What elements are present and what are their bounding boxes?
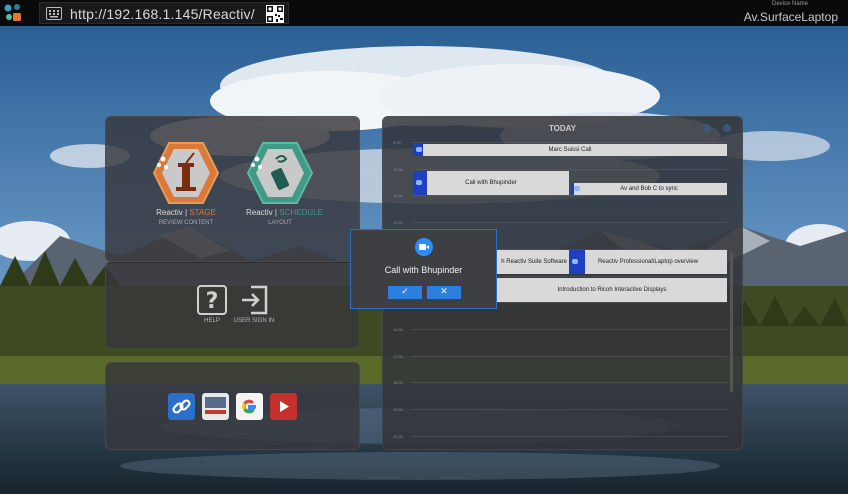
stage-podium-icon[interactable]	[152, 141, 220, 205]
hour-line	[411, 329, 727, 330]
calendar-title: TODAY	[548, 124, 577, 133]
schedule-product-text: SCHEDULE	[279, 208, 323, 217]
apps-panel: Reactiv | STAGE REVIEW CONTENT Reactiv |…	[105, 116, 360, 262]
calendar-next-icon[interactable]	[723, 124, 731, 132]
keyboard-icon[interactable]	[46, 7, 62, 20]
device-name: Av.SurfaceLaptop	[743, 10, 838, 24]
schedule-app-icon[interactable]	[246, 141, 314, 205]
hour-line	[411, 169, 727, 170]
time-label: 17:00	[393, 354, 404, 359]
stage-caption: REVIEW CONTENT	[158, 220, 214, 226]
youtube-icon[interactable]	[270, 393, 297, 420]
hour-line	[411, 195, 727, 196]
utility-panel: ? HELP USER SIGN IN	[105, 262, 360, 349]
stage-app-label: Reactiv | STAGE	[156, 208, 216, 217]
top-bar: http://192.168.1.145/Reactiv/ Device Nam…	[0, 0, 848, 26]
hour-line	[411, 409, 727, 410]
calendar-event[interactable]: Reactiv Professional\Laptop overview	[569, 250, 727, 274]
url-bar[interactable]: http://192.168.1.145/Reactiv/	[39, 2, 289, 24]
calendar-event[interactable]: Marc Suissi Call	[413, 144, 727, 156]
hour-line	[411, 222, 727, 223]
calendar-scrollbar[interactable]	[730, 252, 733, 392]
time-label: 10:00	[393, 167, 404, 172]
stage-product-text: STAGE	[189, 208, 216, 217]
time-label: 11:00	[393, 193, 403, 198]
zoom-icon	[571, 183, 580, 195]
svg-text:?: ?	[206, 289, 219, 314]
event-title: h Reactiv Suite Software	[501, 259, 567, 265]
zoom-icon	[413, 171, 427, 195]
vizeto-icon[interactable]	[202, 393, 229, 420]
help-label: HELP	[204, 318, 220, 324]
calendar-event[interactable]: Introduction to Ricoh Interactive Displa…	[497, 278, 727, 302]
schedule-brand-text: Reactiv	[246, 208, 273, 217]
calendar-prev-icon[interactable]	[703, 124, 711, 132]
dialog-title: Call with Bhupinder	[384, 265, 463, 275]
sign-in-icon[interactable]	[239, 285, 269, 315]
event-title: Marc Suissi Call	[548, 147, 592, 153]
hour-line	[411, 382, 727, 383]
url-text[interactable]: http://192.168.1.145/Reactiv/	[70, 6, 255, 22]
app-logo-icon	[4, 4, 21, 21]
hour-line	[411, 142, 727, 143]
help-question-icon[interactable]: ?	[197, 285, 227, 315]
meeting-notification-dialog: Call with Bhupinder ✓ ✕	[350, 229, 497, 309]
schedule-caption: LAYOUT	[268, 220, 292, 226]
time-label: 16:00	[393, 327, 404, 332]
time-label: 18:00	[393, 380, 404, 385]
event-title: Call with Bhupinder	[465, 180, 517, 186]
stage-brand-text: Reactiv	[156, 208, 183, 217]
calendar-event[interactable]: h Reactiv Suite Software	[497, 250, 569, 274]
time-label: 19:00	[393, 407, 404, 412]
time-label: 12:00	[393, 220, 404, 225]
user-sign-in-label: USER SIGN IN	[233, 318, 275, 324]
event-title: Reactiv Professional\Laptop overview	[597, 259, 699, 265]
zoom-icon	[413, 144, 423, 156]
time-label: 9:00	[393, 140, 401, 145]
calendar-event[interactable]: Av and Bob C to sync	[571, 183, 727, 195]
hour-line	[411, 356, 727, 357]
links-panel	[105, 362, 360, 450]
accept-button[interactable]: ✓	[388, 286, 422, 299]
zoom-video-icon	[415, 238, 433, 256]
qr-code-icon[interactable]	[266, 5, 284, 23]
calendar-event[interactable]: Call with Bhupinder	[413, 171, 569, 195]
link-icon[interactable]	[168, 393, 195, 420]
google-icon[interactable]	[236, 393, 263, 420]
event-title: Av and Bob C to sync	[620, 186, 678, 192]
hour-line	[411, 436, 727, 437]
zoom-icon	[569, 250, 585, 274]
dismiss-button[interactable]: ✕	[427, 286, 461, 299]
time-label: 20:00	[393, 434, 404, 439]
event-title: Introduction to Ricoh Interactive Displa…	[557, 287, 667, 293]
device-name-label: Device Name	[771, 1, 808, 7]
schedule-app-label: Reactiv | SCHEDULE	[246, 208, 323, 217]
